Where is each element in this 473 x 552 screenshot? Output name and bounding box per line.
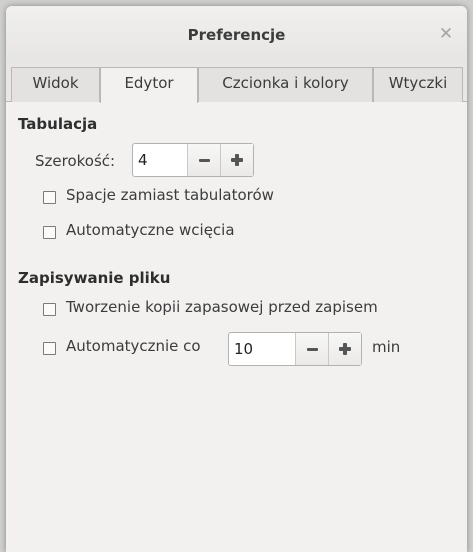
tab-czcionka-i-kolory[interactable]: Czcionka i kolory xyxy=(198,67,373,102)
autosave-interval-input[interactable] xyxy=(229,333,295,365)
spaces-instead-of-tabs-label: Spacje zamiast tabulatorów xyxy=(66,186,274,204)
autosave-interval-spinner xyxy=(228,332,362,366)
tab-wtyczki[interactable]: Wtyczki xyxy=(373,67,463,102)
tab-width-input[interactable] xyxy=(133,144,187,176)
spaces-instead-of-tabs-checkbox[interactable] xyxy=(43,191,56,204)
autosave-decrement-button[interactable] xyxy=(295,333,328,365)
minus-icon xyxy=(198,158,210,162)
autosave-increment-button[interactable] xyxy=(328,333,361,365)
titlebar: Preferencje ✕ xyxy=(6,6,467,63)
tab-width-spinner xyxy=(132,143,254,177)
tab-width-decrement-button[interactable] xyxy=(187,144,220,176)
dialog-title: Preferencje xyxy=(187,26,286,44)
autosave-checkbox[interactable] xyxy=(43,342,56,355)
close-icon[interactable]: ✕ xyxy=(437,24,455,44)
tab-width-increment-button[interactable] xyxy=(220,144,253,176)
editor-tab-content: Tabulacja Szerokość: Spacje zamiast tabu… xyxy=(6,102,467,552)
preferences-dialog: Preferencje ✕ Widok Edytor Czcionka i ko… xyxy=(6,6,467,552)
section-title-zapisywanie-pliku: Zapisywanie pliku xyxy=(18,269,171,287)
tab-edytor[interactable]: Edytor xyxy=(100,67,198,103)
section-title-tabulacja: Tabulacja xyxy=(18,115,98,133)
minus-icon xyxy=(306,347,318,351)
tab-width-label: Szerokość: xyxy=(35,152,116,170)
backup-before-save-checkbox[interactable] xyxy=(43,303,56,316)
backup-before-save-label: Tworzenie kopii zapasowej przed zapisem xyxy=(66,298,378,316)
plus-icon xyxy=(339,343,351,355)
auto-indent-checkbox[interactable] xyxy=(43,226,56,239)
auto-indent-label: Automatyczne wcięcia xyxy=(66,221,235,239)
autosave-unit-label: min xyxy=(372,338,401,356)
tab-bar: Widok Edytor Czcionka i kolory Wtyczki xyxy=(6,63,467,103)
plus-icon xyxy=(231,154,243,166)
autosave-label: Automatycznie co xyxy=(66,337,201,355)
tab-widok[interactable]: Widok xyxy=(11,67,100,102)
